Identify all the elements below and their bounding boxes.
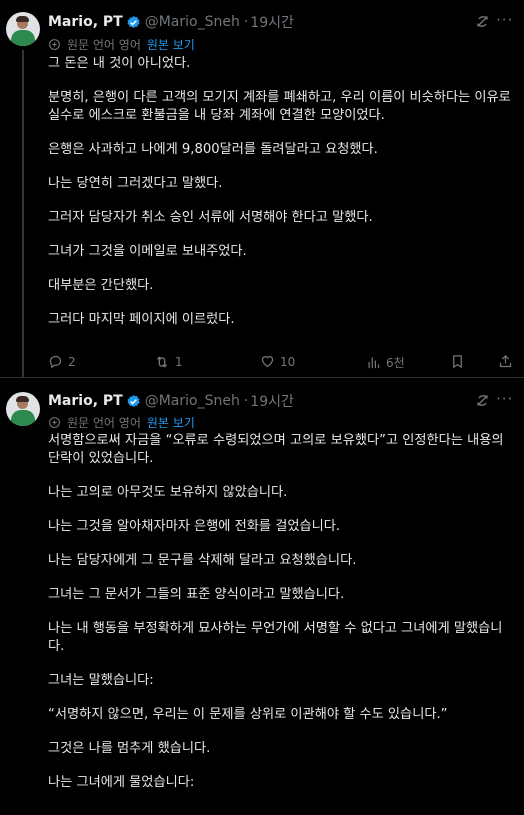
bookmark-button[interactable] <box>450 354 465 369</box>
translation-notice: 원문 언어 영어 원본 보기 <box>48 414 195 431</box>
tweet-paragraph: “서명하지 않으면, 우리는 이 문제를 상위로 이관해야 할 수도 있습니다.… <box>48 707 448 722</box>
reply-icon <box>49 355 62 369</box>
tweet-paragraph: 은행은 사과하고 나에게 9,800달러를 돌려달라고 요청했다. <box>48 142 378 157</box>
tweet-paragraph: 그러자 담당자가 취소 승인 서류에 서명해야 한다고 말했다. <box>48 210 373 225</box>
tweet-paragraph: 나는 그녀에게 물었습니다: <box>48 775 195 790</box>
tweet-paragraph: 그것은 나를 멈추게 했습니다. <box>48 741 211 756</box>
tweet-paragraph: 그러다 마지막 페이지에 이르렀다. <box>48 312 235 327</box>
repost-count: 1 <box>175 355 183 369</box>
bookmark-icon <box>453 355 462 369</box>
views-count: 6천 <box>386 356 405 370</box>
tweet-header: Mario, PT @Mario_Sneh · 19시간 <box>48 12 294 32</box>
tweet-1[interactable]: Mario, PT @Mario_Sneh · 19시간 ··· 원문 언어 영… <box>0 0 524 378</box>
timestamp[interactable]: 19시간 <box>250 12 294 32</box>
translation-label: 원문 언어 영어 <box>67 38 141 52</box>
author-handle[interactable]: @Mario_Sneh <box>145 14 240 30</box>
separator-dot: · <box>243 393 249 409</box>
translation-label: 원문 언어 영어 <box>67 416 141 430</box>
view-original-link[interactable]: 원본 보기 <box>147 36 195 53</box>
tweet-paragraph: 나는 고의로 아무것도 보유하지 않았습니다. <box>48 485 288 500</box>
share-icon <box>499 354 512 368</box>
share-button[interactable] <box>498 354 513 369</box>
tweet-paragraph: 그 돈은 내 것이 아니었다. <box>48 56 191 71</box>
view-original-link[interactable]: 원본 보기 <box>147 414 195 431</box>
avatar[interactable] <box>6 392 40 426</box>
heart-icon <box>261 356 274 368</box>
tweet-header: Mario, PT @Mario_Sneh · 19시간 <box>48 391 294 411</box>
tweet-paragraph: 분명히, 은행이 다른 고객의 모기지 계좌를 폐쇄하고, 우리 이름이 비슷하… <box>48 90 511 123</box>
thread-line <box>22 50 24 378</box>
tweet-paragraph: 나는 당연히 그러겠다고 말했다. <box>48 176 223 191</box>
tweet-paragraph: 그녀는 그 문서가 그들의 표준 양식이라고 말했습니다. <box>48 587 345 602</box>
tweet-paragraph: 나는 담당자에게 그 문구를 삭제해 달라고 요청했습니다. <box>48 553 357 568</box>
tweet-paragraph: 대부분은 간단했다. <box>48 278 154 293</box>
verified-badge-icon <box>126 15 141 30</box>
tweet-paragraph: 나는 내 행동을 부정확하게 묘사하는 무언가에 서명할 수 없다고 그녀에게 … <box>48 621 503 654</box>
action-bar: 2 1 10 6천 <box>48 354 518 372</box>
tweet-paragraph: 서명함으로써 자금을 “오류로 수령되었으며 고의로 보유했다”고 인정한다는 … <box>48 433 504 466</box>
grok-icon[interactable] <box>474 13 491 34</box>
tweet-paragraph: 나는 그것을 알아채자마자 은행에 전화를 걸었습니다. <box>48 519 341 534</box>
separator-dot: · <box>243 14 249 30</box>
views-chart-icon <box>368 357 380 369</box>
like-count: 10 <box>280 354 296 369</box>
reply-count: 2 <box>68 354 76 369</box>
translate-icon <box>48 38 61 51</box>
verified-badge-icon <box>126 394 141 409</box>
reply-button[interactable]: 2 <box>48 354 76 369</box>
tweet-text: 서명함으로써 자금을 “오류로 수령되었으며 고의로 보유했다”고 인정한다는 … <box>48 432 518 808</box>
tweet-paragraph: 그녀는 말했습니다: <box>48 673 154 688</box>
avatar[interactable] <box>6 12 40 46</box>
translation-notice: 원문 언어 영어 원본 보기 <box>48 36 195 53</box>
tweet-2[interactable]: Mario, PT @Mario_Sneh · 19시간 ··· 원문 언어 영… <box>0 378 524 815</box>
more-options-icon[interactable]: ··· <box>496 11 513 29</box>
like-button[interactable]: 10 <box>260 354 295 369</box>
tweet-paragraph: 그녀가 그것을 이메일로 보내주었다. <box>48 244 247 259</box>
repost-icon <box>156 356 168 368</box>
repost-button[interactable]: 1 <box>154 354 183 370</box>
author-handle[interactable]: @Mario_Sneh <box>145 393 240 409</box>
timestamp[interactable]: 19시간 <box>250 391 294 411</box>
author-name[interactable]: Mario, PT <box>48 14 123 30</box>
translate-icon <box>48 416 61 429</box>
author-name[interactable]: Mario, PT <box>48 393 123 409</box>
more-options-icon[interactable]: ··· <box>496 390 513 408</box>
views-button[interactable]: 6천 <box>366 354 405 371</box>
grok-icon[interactable] <box>474 392 491 413</box>
tweet-text: 그 돈은 내 것이 아니었다. 분명히, 은행이 다른 고객의 모기지 계좌를 … <box>48 55 518 345</box>
